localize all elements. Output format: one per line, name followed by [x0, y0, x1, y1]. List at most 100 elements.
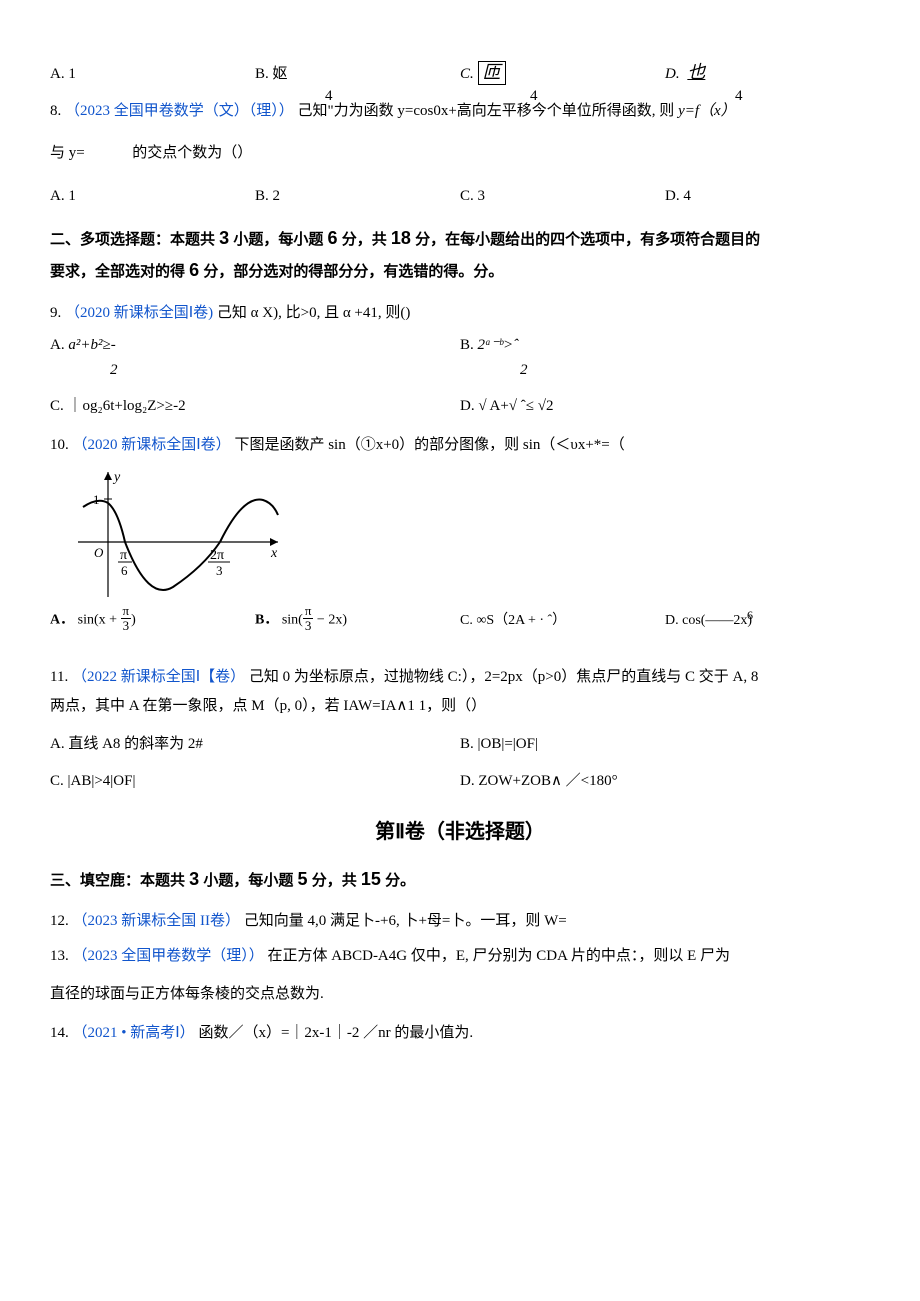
q10-source: （2020 新课标全国Ⅰ卷）: [73, 437, 231, 453]
tick-2pi3-den: 3: [216, 563, 223, 578]
q12-text: 己知向量 4,0 满足卜-+6, 卜+母=卜。一耳，则 W=: [244, 913, 567, 929]
s3-c: 分，共: [308, 872, 361, 889]
q8-options: A. 1 B. 2 C. 3 D. 4: [50, 182, 870, 211]
q7-c-prefix: C.: [460, 66, 478, 82]
q8-c: C. 3: [460, 182, 665, 211]
q8-d: D. 4: [665, 182, 870, 211]
q9-row2: C. ｜og₂6t+log₂Z>≥-2 D. √ A+√ ˆ≤ √2: [50, 392, 870, 421]
s2-n3: 18: [391, 228, 411, 248]
s2-n1: 3: [219, 228, 229, 248]
q10-a-num: π: [121, 604, 132, 619]
q7-d-glyph: 也: [683, 62, 709, 84]
q13-text1: 在正方体 ABCD-A4G 仅中，E, 尸分别为 CDA 片的中点：，则以 E …: [268, 948, 731, 964]
q11-d: D. ZOW+ZOB∧ ／<180°: [460, 767, 870, 796]
q8-line2: 与 y= 的交点个数为（）: [50, 139, 870, 168]
s2-d: 分，在每小题给出的四个选项中，有多项符合题目的: [411, 231, 760, 248]
q10-a-tail: ): [131, 613, 136, 628]
q7-d-denom: 4: [735, 82, 743, 111]
y-arrow-icon: [104, 472, 112, 480]
q9-b: B. 2ᵃ⁻ᵇ>ˆ 2: [460, 331, 870, 388]
q10-a-den: 3: [121, 619, 132, 633]
q11-b: B. |OB|=|OF|: [460, 730, 870, 759]
s3-n1: 3: [189, 869, 199, 889]
q10-b-den: 3: [303, 619, 314, 633]
q11-num: 11.: [50, 669, 72, 685]
y-label: y: [112, 470, 121, 485]
s2-c: 分，共: [338, 231, 391, 248]
q10-c: C. ∞S（2A + · ˆ）: [460, 608, 665, 635]
q14-text: 函数／（x）=｜2x-1｜-2 ／nr 的最小值为.: [198, 1025, 473, 1041]
s3-b: 小题，每小题: [199, 872, 297, 889]
q10-b-num: π: [303, 604, 314, 619]
s2-b: 小题，每小题: [229, 231, 327, 248]
q10-num: 10.: [50, 437, 73, 453]
q9-a-den: 2: [110, 356, 520, 385]
q14-source: （2021 • 新高考Ⅰ）: [73, 1025, 195, 1041]
section3-heading: 三、填空鹿：本题共 3 小题，每小题 5 分，共 15 分。: [50, 863, 870, 895]
q7-c-glyph: 匝: [478, 61, 506, 85]
tick-pi6-den: 6: [121, 563, 128, 578]
q7-c-denom: 4: [530, 82, 538, 111]
q10-a-pref: A．: [50, 613, 74, 628]
s2-f: 分，部分选对的得部分分，有选错的得。分。: [199, 263, 503, 280]
q14: 14. （2021 • 新高考Ⅰ） 函数／（x）=｜2x-1｜-2 ／nr 的最…: [50, 1019, 870, 1048]
q12: 12. （2023 新课标全国 II卷） 己知向量 4,0 满足卜-+6, 卜+…: [50, 907, 870, 936]
q13: 13. （2023 全国甲卷数学（理）） 在正方体 ABCD-A4G 仅中，E,…: [50, 942, 870, 971]
q10-text: 下图是函数产 sin（①x+0）的部分图像，则 sin（＜υx+*=（: [234, 437, 624, 453]
q10-d: D. cos(——2x) 6: [665, 608, 870, 657]
s2-e: 要求，全部选对的得: [50, 263, 189, 280]
q11-c: C. |AB|>4|OF|: [50, 767, 460, 796]
q8-text3: 的交点个数为（）: [132, 145, 252, 161]
q13-num: 13.: [50, 948, 73, 964]
q11-text1: 己知 0 为坐标原点，过抛物线 C:），2=2px（p>0）焦点尸的直线与 C …: [249, 669, 758, 685]
q11-text2: 两点，其中 A 在第一象限，点 M（p, 0），若 IAW=IA∧1 1，则（）: [50, 698, 486, 714]
q9-a-body: a²+b²≥-: [68, 337, 115, 353]
q8-b: B. 2: [255, 182, 460, 211]
q12-num: 12.: [50, 913, 73, 929]
q9-b-l: B.: [460, 337, 474, 353]
x-arrow-icon: [270, 538, 278, 546]
q9-a-l: A.: [50, 337, 65, 353]
q9-a: A. a²+b²≥- 2: [50, 331, 460, 388]
s2-a: 二、多项选择题：本题共: [50, 231, 219, 248]
q7-b-denom: 4: [325, 82, 333, 111]
x-label: x: [270, 546, 278, 561]
q11: 11. （2022 新课标全国Ⅰ【卷） 己知 0 为坐标原点，过抛物线 C:），…: [50, 663, 870, 720]
q13-line2: 直径的球面与正方体每条棱的交点总数为.: [50, 980, 870, 1009]
part-ii-title: 第Ⅱ卷（非选择题）: [50, 813, 870, 851]
q8: 8. （2023 全国甲卷数学（文）（理）） 己知"力为函数 y=cos0x+高…: [50, 97, 870, 126]
q9-source: （2020 新课标全国Ⅰ卷): [65, 305, 213, 321]
q10: 10. （2020 新课标全国Ⅰ卷） 下图是函数产 sin（①x+0）的部分图像…: [50, 431, 870, 460]
q10-b-frac: π3: [303, 604, 314, 632]
sine-curve: [83, 500, 278, 590]
q9-text: 己知 α X), 比>0, 且 α +41, 则(): [217, 305, 410, 321]
q8-source: （2023 全国甲卷数学（文）（理））: [65, 103, 294, 119]
q7-b-label: B. 妪: [255, 60, 288, 89]
q7-option-a: A. 1: [50, 60, 255, 89]
q10-a-body: sin(x +: [78, 613, 121, 628]
q11-a: A. 直线 A8 的斜率为 2#: [50, 730, 460, 759]
q11-row1: A. 直线 A8 的斜率为 2# B. |OB|=|OF|: [50, 730, 870, 759]
q10-options: A． sin(x + π3) B． sin(π3 − 2x) C. ∞S（2A …: [50, 606, 870, 657]
tick-2pi3-num: 2π: [210, 548, 224, 563]
q10-a: A． sin(x + π3): [50, 606, 255, 634]
q8-yexpr: y=f（x）: [678, 103, 736, 119]
q10-b-pref: B．: [255, 613, 278, 628]
q9-c: C. ｜og₂6t+log₂Z>≥-2: [50, 392, 460, 421]
q9-d: D. √ A+√ ˆ≤ √2: [460, 392, 870, 421]
q8-a: A. 1: [50, 182, 255, 211]
q12-source: （2023 新课标全国 II卷）: [73, 913, 241, 929]
q10-b-body: sin(: [282, 613, 303, 628]
s3-d: 分。: [381, 872, 415, 889]
sine-graph-svg: y x O 1 π 6 2π 3: [68, 467, 288, 602]
q10-d-text: D. cos(——2x): [665, 613, 752, 628]
q7-options: A. 1 B. 妪 4 C. 匝 4 D. 也 4: [50, 60, 870, 89]
s3-n2: 5: [298, 869, 308, 889]
q8-text2: 与 y=: [50, 145, 85, 161]
q10-b: B． sin(π3 − 2x): [255, 606, 460, 634]
q8-text1: 己知"力为函数 y=cos0x+高向左平移今个单位所得函数, 则: [298, 103, 679, 119]
q7-option-c: C. 匝 4: [460, 60, 665, 89]
q7-d-prefix: D.: [665, 66, 683, 82]
q10-b-tail: − 2x): [313, 613, 347, 628]
origin-label: O: [94, 545, 104, 560]
